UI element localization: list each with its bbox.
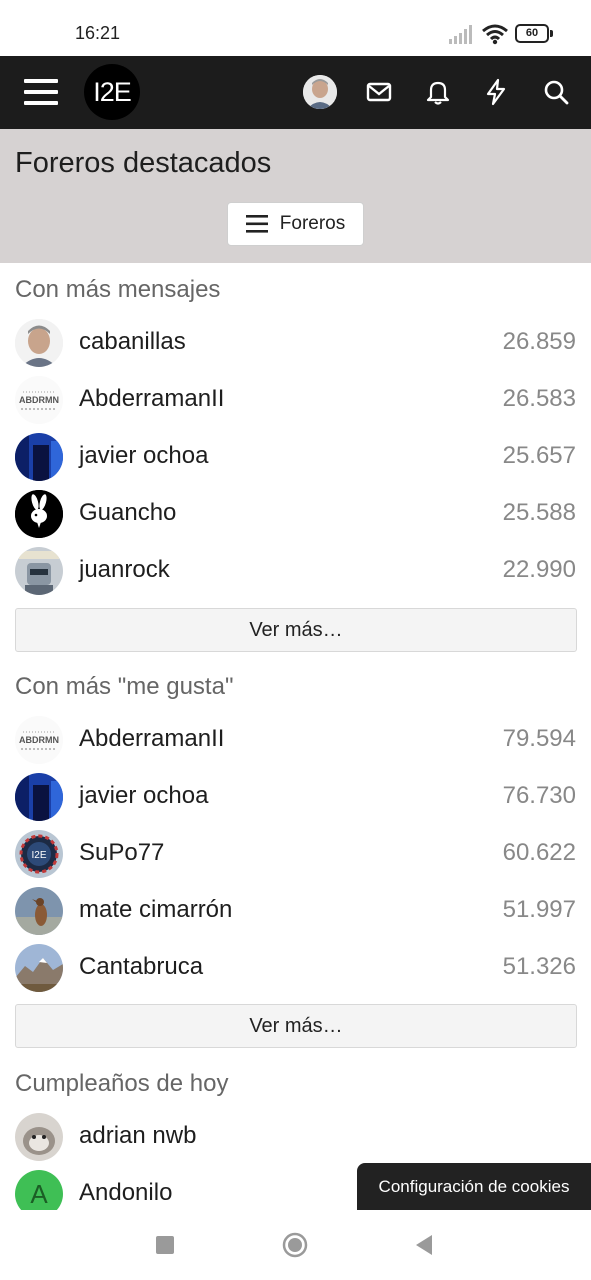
- mail-icon[interactable]: [363, 76, 395, 108]
- battery-icon: 60: [515, 24, 553, 43]
- svg-text:ABDRMN: ABDRMN: [19, 735, 59, 745]
- avatar[interactable]: ABDRMN: [15, 376, 63, 424]
- like-count: 60.622: [502, 839, 576, 866]
- list-item[interactable]: juanrock 22.990: [0, 543, 591, 599]
- user-name[interactable]: javier ochoa: [79, 442, 208, 470]
- list-item[interactable]: adrian nwb: [0, 1109, 591, 1165]
- avatar[interactable]: [15, 773, 63, 821]
- avatar[interactable]: [15, 319, 63, 367]
- top-navbar: I2E: [0, 56, 591, 129]
- section-title-megusta: Con más "me gusta": [15, 673, 234, 700]
- svg-text:ABDRMN: ABDRMN: [19, 395, 59, 405]
- user-name[interactable]: adrian nwb: [79, 1122, 196, 1150]
- recents-icon[interactable]: [152, 1232, 178, 1258]
- status-time: 16:21: [75, 23, 121, 43]
- avatar[interactable]: [15, 887, 63, 935]
- status-bar: 16:21 60: [0, 0, 591, 56]
- battery-level: 60: [515, 24, 549, 43]
- user-name[interactable]: SuPo77: [79, 839, 164, 867]
- avatar[interactable]: [15, 944, 63, 992]
- home-icon[interactable]: [282, 1232, 308, 1258]
- page-header: Foreros destacados Foreros: [0, 129, 591, 263]
- message-count: 26.583: [502, 385, 576, 412]
- like-count: 79.594: [502, 725, 576, 752]
- system-navigation-bar: [0, 1210, 591, 1280]
- avatar[interactable]: I2E: [15, 830, 63, 878]
- list-item[interactable]: Cantabruca 51.326: [0, 940, 591, 996]
- list-item[interactable]: I2E SuPo77 60.622: [0, 826, 591, 882]
- like-count: 51.326: [502, 953, 576, 980]
- user-name[interactable]: javier ochoa: [79, 782, 208, 810]
- bolt-icon[interactable]: [480, 76, 512, 108]
- avatar[interactable]: [15, 1113, 63, 1161]
- user-name[interactable]: juanrock: [79, 556, 170, 584]
- user-name[interactable]: AbderramanII: [79, 725, 224, 753]
- user-avatar[interactable]: [303, 75, 337, 109]
- like-count: 76.730: [502, 782, 576, 809]
- section-title-cumpleanos: Cumpleaños de hoy: [15, 1070, 229, 1097]
- message-count: 22.990: [502, 556, 576, 583]
- list-item[interactable]: javier ochoa 76.730: [0, 769, 591, 825]
- menu-icon: [245, 215, 268, 233]
- foreros-button-label: Foreros: [279, 213, 346, 234]
- signal-icon: [449, 25, 472, 44]
- avatar-initial: A: [30, 1178, 48, 1209]
- bell-icon[interactable]: [422, 76, 454, 108]
- list-item[interactable]: ABDRMN AbderramanII 79.594: [0, 712, 591, 768]
- ver-mas-button[interactable]: Ver más…: [15, 1004, 577, 1048]
- list-item[interactable]: ABDRMN AbderramanII 26.583: [0, 372, 591, 428]
- list-item[interactable]: Guancho 25.588: [0, 486, 591, 542]
- ver-mas-button[interactable]: Ver más…: [15, 608, 577, 652]
- avatar[interactable]: [15, 433, 63, 481]
- foreros-button[interactable]: Foreros: [227, 202, 364, 246]
- avatar[interactable]: ABDRMN: [15, 716, 63, 764]
- site-logo[interactable]: I2E: [84, 64, 140, 120]
- page-title: Foreros destacados: [15, 147, 272, 179]
- like-count: 51.997: [502, 896, 576, 923]
- svg-text:I2E: I2E: [31, 850, 46, 861]
- user-name[interactable]: Cantabruca: [79, 953, 203, 981]
- user-name[interactable]: Andonilo: [79, 1179, 172, 1207]
- message-count: 25.657: [502, 442, 576, 469]
- list-item[interactable]: cabanillas 26.859: [0, 315, 591, 371]
- message-count: 26.859: [502, 328, 576, 355]
- user-name[interactable]: cabanillas: [79, 328, 186, 356]
- hamburger-menu-icon[interactable]: [22, 74, 60, 110]
- user-name[interactable]: AbderramanII: [79, 385, 224, 413]
- user-name[interactable]: mate cimarrón: [79, 896, 232, 924]
- section-title-mensajes: Con más mensajes: [15, 276, 221, 303]
- avatar[interactable]: [15, 547, 63, 595]
- back-icon[interactable]: [412, 1232, 438, 1258]
- list-item[interactable]: javier ochoa 25.657: [0, 429, 591, 485]
- list-item[interactable]: mate cimarrón 51.997: [0, 883, 591, 939]
- search-icon[interactable]: [540, 76, 572, 108]
- wifi-icon: [482, 24, 508, 45]
- avatar[interactable]: [15, 490, 63, 538]
- message-count: 25.588: [502, 499, 576, 526]
- cookie-settings-button[interactable]: Configuración de cookies: [357, 1163, 591, 1210]
- user-name[interactable]: Guancho: [79, 499, 176, 527]
